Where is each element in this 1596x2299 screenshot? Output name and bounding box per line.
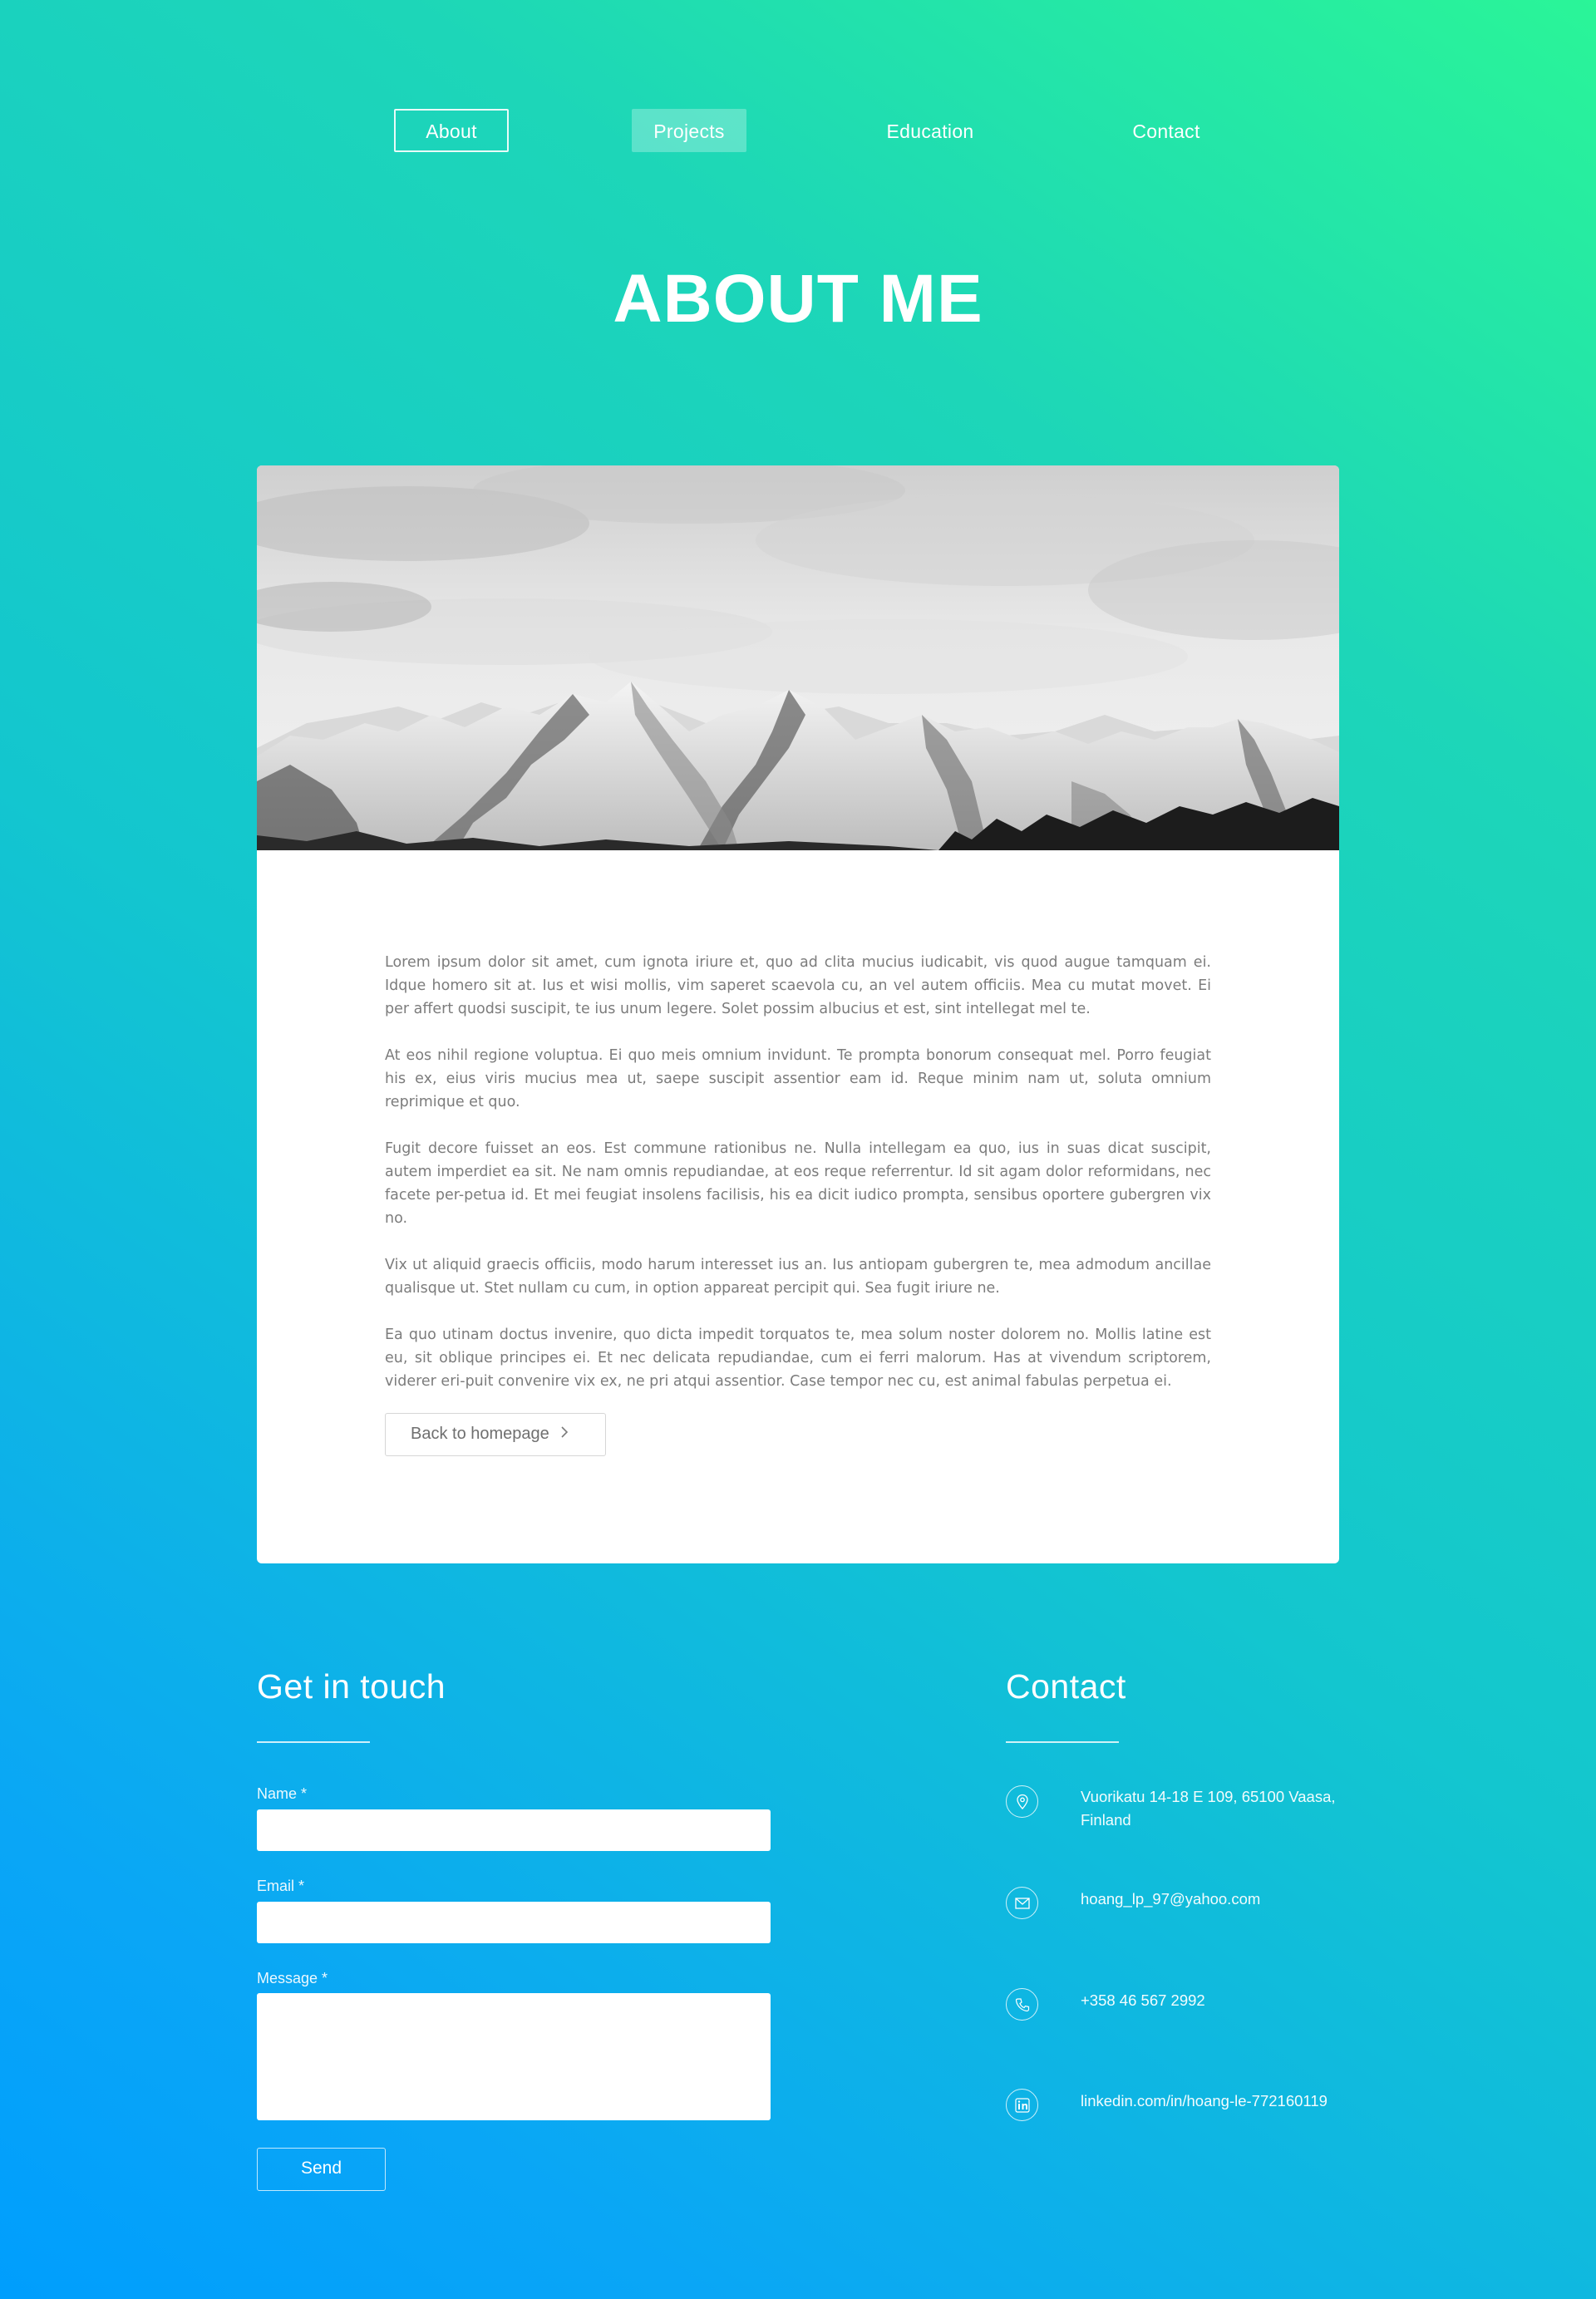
contact-title: Contact (1006, 1667, 1126, 1706)
about-paragraph: Ea quo utinam doctus invenire, quo dicta… (385, 1327, 1211, 1390)
linkedin-icon (1006, 2089, 1038, 2121)
name-field[interactable] (257, 1809, 771, 1851)
email-label: Email * (257, 1878, 305, 1894)
name-label: Name * (257, 1785, 308, 1802)
about-paragraph: Fugit decore fuisset an eos. Est commune… (385, 1140, 1211, 1227)
contact-divider (1006, 1741, 1119, 1743)
about-paragraph: Lorem ipsum dolor sit amet, cum ignota i… (385, 954, 1211, 1017)
contact-email: hoang_lp_97@yahoo.com (1006, 1887, 1355, 1920)
about-paragraph: Vix ut aliquid graecis officiis, modo ha… (385, 1257, 1211, 1297)
page-title: ABOUT ME (613, 261, 983, 337)
get-in-touch-divider (257, 1741, 370, 1743)
phone-link[interactable]: +358 46 567 2992 (1081, 1989, 1355, 2012)
envelope-icon (1006, 1887, 1038, 1919)
address-text: Vuorikatu 14-18 E 109, 65100 Vaasa, Finl… (1081, 1788, 1336, 1829)
back-to-homepage-button[interactable]: Back to homepage (385, 1413, 606, 1456)
nav-projects[interactable]: Projects (632, 109, 746, 152)
about-paragraph: At eos nihil regione voluptua. Ei quo me… (385, 1047, 1211, 1110)
back-button-label: Back to homepage (411, 1425, 549, 1443)
send-button[interactable]: Send (257, 2148, 386, 2191)
contact-address: Vuorikatu 14-18 E 109, 65100 Vaasa, Finl… (1006, 1785, 1355, 1835)
nav-contact[interactable]: Contact (1109, 109, 1224, 152)
contact-linkedin: linkedin.com/in/hoang-le-772160119 (1006, 2089, 1355, 2122)
phone-icon (1006, 1988, 1038, 2021)
linkedin-link[interactable]: linkedin.com/in/hoang-le-772160119 (1081, 2090, 1355, 2113)
email-link[interactable]: hoang_lp_97@yahoo.com (1081, 1888, 1355, 1911)
hero-mountain-image (257, 465, 1339, 850)
nav-education[interactable]: Education (871, 109, 989, 152)
contact-phone: +358 46 567 2992 (1006, 1988, 1355, 2021)
about-card: Lorem ipsum dolor sit amet, cum ignota i… (257, 465, 1339, 1563)
message-label: Message * (257, 1970, 328, 1986)
main-nav: About Projects Education Contact (0, 109, 1596, 152)
email-field[interactable] (257, 1902, 771, 1943)
get-in-touch-title: Get in touch (257, 1667, 446, 1706)
chevron-right-icon (560, 1414, 569, 1455)
nav-about[interactable]: About (394, 109, 509, 152)
message-field[interactable] (257, 1993, 771, 2120)
about-text: Lorem ipsum dolor sit amet, cum ignota i… (385, 951, 1211, 1416)
location-pin-icon (1006, 1785, 1038, 1818)
